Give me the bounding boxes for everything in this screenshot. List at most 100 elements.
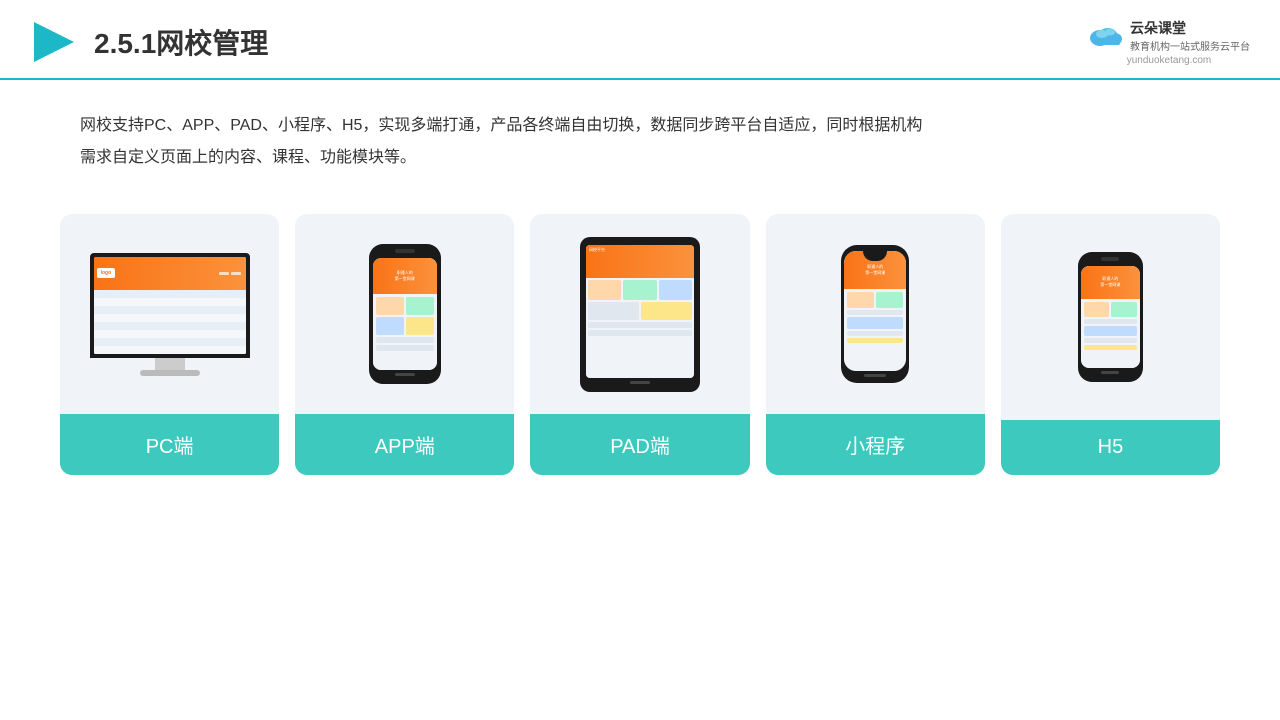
card-app: 职通人的第一堂网课 <box>295 214 514 475</box>
description-line1: 网校支持PC、APP、PAD、小程序、H5，实现多端打通，产品各终端自由切换，数… <box>80 110 1200 142</box>
pad-row <box>588 330 692 336</box>
monitor-base <box>155 358 185 370</box>
pc-row <box>195 311 242 319</box>
pc-screen-header: logo <box>94 257 246 291</box>
h5-row <box>1084 345 1137 350</box>
pc-row <box>146 311 193 319</box>
app-header-text: 职通人的第一堂网课 <box>395 270 415 282</box>
pc-course-card <box>195 293 242 309</box>
app-grid <box>376 297 434 335</box>
page-header: 2.5.1网校管理 云朵课堂 教育机构一站式服务云平台 yunduoketang… <box>0 0 1280 80</box>
card-pc-image: logo <box>60 214 279 414</box>
h5-item <box>1111 302 1137 317</box>
pad-item <box>588 280 621 300</box>
play-icon <box>30 18 78 66</box>
miniprogram-home <box>864 374 886 377</box>
pc-course-card <box>97 293 144 309</box>
pad-item <box>623 280 656 300</box>
miniprogram-item <box>876 292 903 308</box>
logo-url: yunduoketang.com <box>1127 55 1212 66</box>
miniprogram-item <box>847 292 874 308</box>
description-line2: 需求自定义页面上的内容、课程、功能模块等。 <box>80 142 1200 174</box>
miniprogram-header: 职通人的第一堂网课 <box>844 251 906 289</box>
card-miniprogram-image: 职通人的第一堂网课 <box>766 214 985 414</box>
pad-header-text: 网校平台 <box>586 245 694 255</box>
miniprogram-row <box>847 331 903 336</box>
h5-header: 职通人的第一堂网课 <box>1081 266 1140 299</box>
nav-item <box>219 272 229 275</box>
pad-item2 <box>641 302 692 320</box>
card-pad: 网校平台 <box>530 214 749 475</box>
card-app-image: 职通人的第一堂网课 <box>295 214 514 414</box>
app-phone-mockup: 职通人的第一堂网课 <box>369 244 441 384</box>
h5-header-text: 职通人的第一堂网课 <box>1100 276 1120 288</box>
h5-item <box>1084 302 1110 317</box>
pad-grid <box>588 280 692 300</box>
pad-item <box>659 280 692 300</box>
h5-row2 <box>1084 326 1137 336</box>
pc-course-card <box>146 293 193 309</box>
pad-screen: 网校平台 <box>586 245 694 378</box>
pad-row <box>588 322 692 328</box>
pc-monitor-mockup: logo <box>90 253 250 376</box>
app-screen-content: 职通人的第一堂网课 <box>373 258 437 370</box>
pad-grid2 <box>588 302 692 320</box>
logo-cloud: 云朵课堂 教育机构一站式服务云平台 <box>1088 18 1250 53</box>
pc-row <box>97 311 144 319</box>
nav-item <box>231 272 241 275</box>
miniprogram-screen-content: 职通人的第一堂网课 <box>844 251 906 371</box>
cards-container: logo <box>0 194 1280 495</box>
miniprogram-row <box>847 310 903 315</box>
miniprogram-header-text: 职通人的第一堂网课 <box>865 264 885 276</box>
pad-item2 <box>588 302 639 320</box>
miniprogram-body <box>844 289 906 371</box>
miniprogram-row2 <box>847 317 903 329</box>
h5-phone-mockup: 职通人的第一堂网课 <box>1078 252 1143 382</box>
app-phone-screen: 职通人的第一堂网课 <box>373 258 437 370</box>
h5-grid <box>1084 302 1137 317</box>
card-pc: logo <box>60 214 279 475</box>
page-title: 2.5.1网校管理 <box>94 22 268 62</box>
app-item <box>376 317 404 335</box>
card-h5-image: 职通人的第一堂网课 <box>1001 214 1220 420</box>
app-header: 职通人的第一堂网课 <box>373 258 437 294</box>
card-pad-image: 网校平台 <box>530 214 749 414</box>
pad-home-bar <box>630 381 650 384</box>
card-miniprogram: 职通人的第一堂网课 <box>766 214 985 475</box>
miniprogram-row <box>847 338 903 343</box>
card-app-label: APP端 <box>295 414 514 475</box>
app-phone-home <box>395 373 415 376</box>
app-body <box>373 294 437 370</box>
card-h5: 职通人的第一堂网课 <box>1001 214 1220 475</box>
h5-row <box>1084 319 1137 324</box>
app-row <box>376 337 434 343</box>
pad-header: 网校平台 <box>586 245 694 278</box>
pad-body <box>586 278 694 378</box>
card-pad-label: PAD端 <box>530 414 749 475</box>
h5-phone-home <box>1101 371 1119 374</box>
logo-area: 云朵课堂 教育机构一站式服务云平台 yunduoketang.com <box>1088 18 1250 66</box>
monitor-screen-content: logo <box>94 257 246 354</box>
pc-screen-nav <box>115 272 242 275</box>
header-left: 2.5.1网校管理 <box>30 18 268 66</box>
card-pc-label: PC端 <box>60 414 279 475</box>
app-item <box>376 297 404 315</box>
pc-course-grid <box>94 290 246 322</box>
monitor-screen-wrapper: logo <box>90 253 250 358</box>
pc-screen-logo: logo <box>97 268 116 278</box>
logo-text-group: 云朵课堂 教育机构一站式服务云平台 <box>1130 18 1250 53</box>
pc-screen-body <box>94 290 246 353</box>
app-item <box>406 317 434 335</box>
cloud-logo-icon <box>1088 22 1124 50</box>
card-h5-label: H5 <box>1001 420 1220 475</box>
h5-screen: 职通人的第一堂网课 <box>1081 266 1140 368</box>
miniprogram-grid <box>847 292 903 308</box>
monitor-screen: logo <box>94 257 246 354</box>
miniprogram-screen: 职通人的第一堂网课 <box>844 251 906 371</box>
app-item <box>406 297 434 315</box>
logo-tagline: 教育机构一站式服务云平台 <box>1130 38 1250 53</box>
h5-body <box>1081 299 1140 368</box>
app-row <box>376 345 434 351</box>
h5-screen-content: 职通人的第一堂网课 <box>1081 266 1140 368</box>
pad-tablet-mockup: 网校平台 <box>580 237 700 392</box>
